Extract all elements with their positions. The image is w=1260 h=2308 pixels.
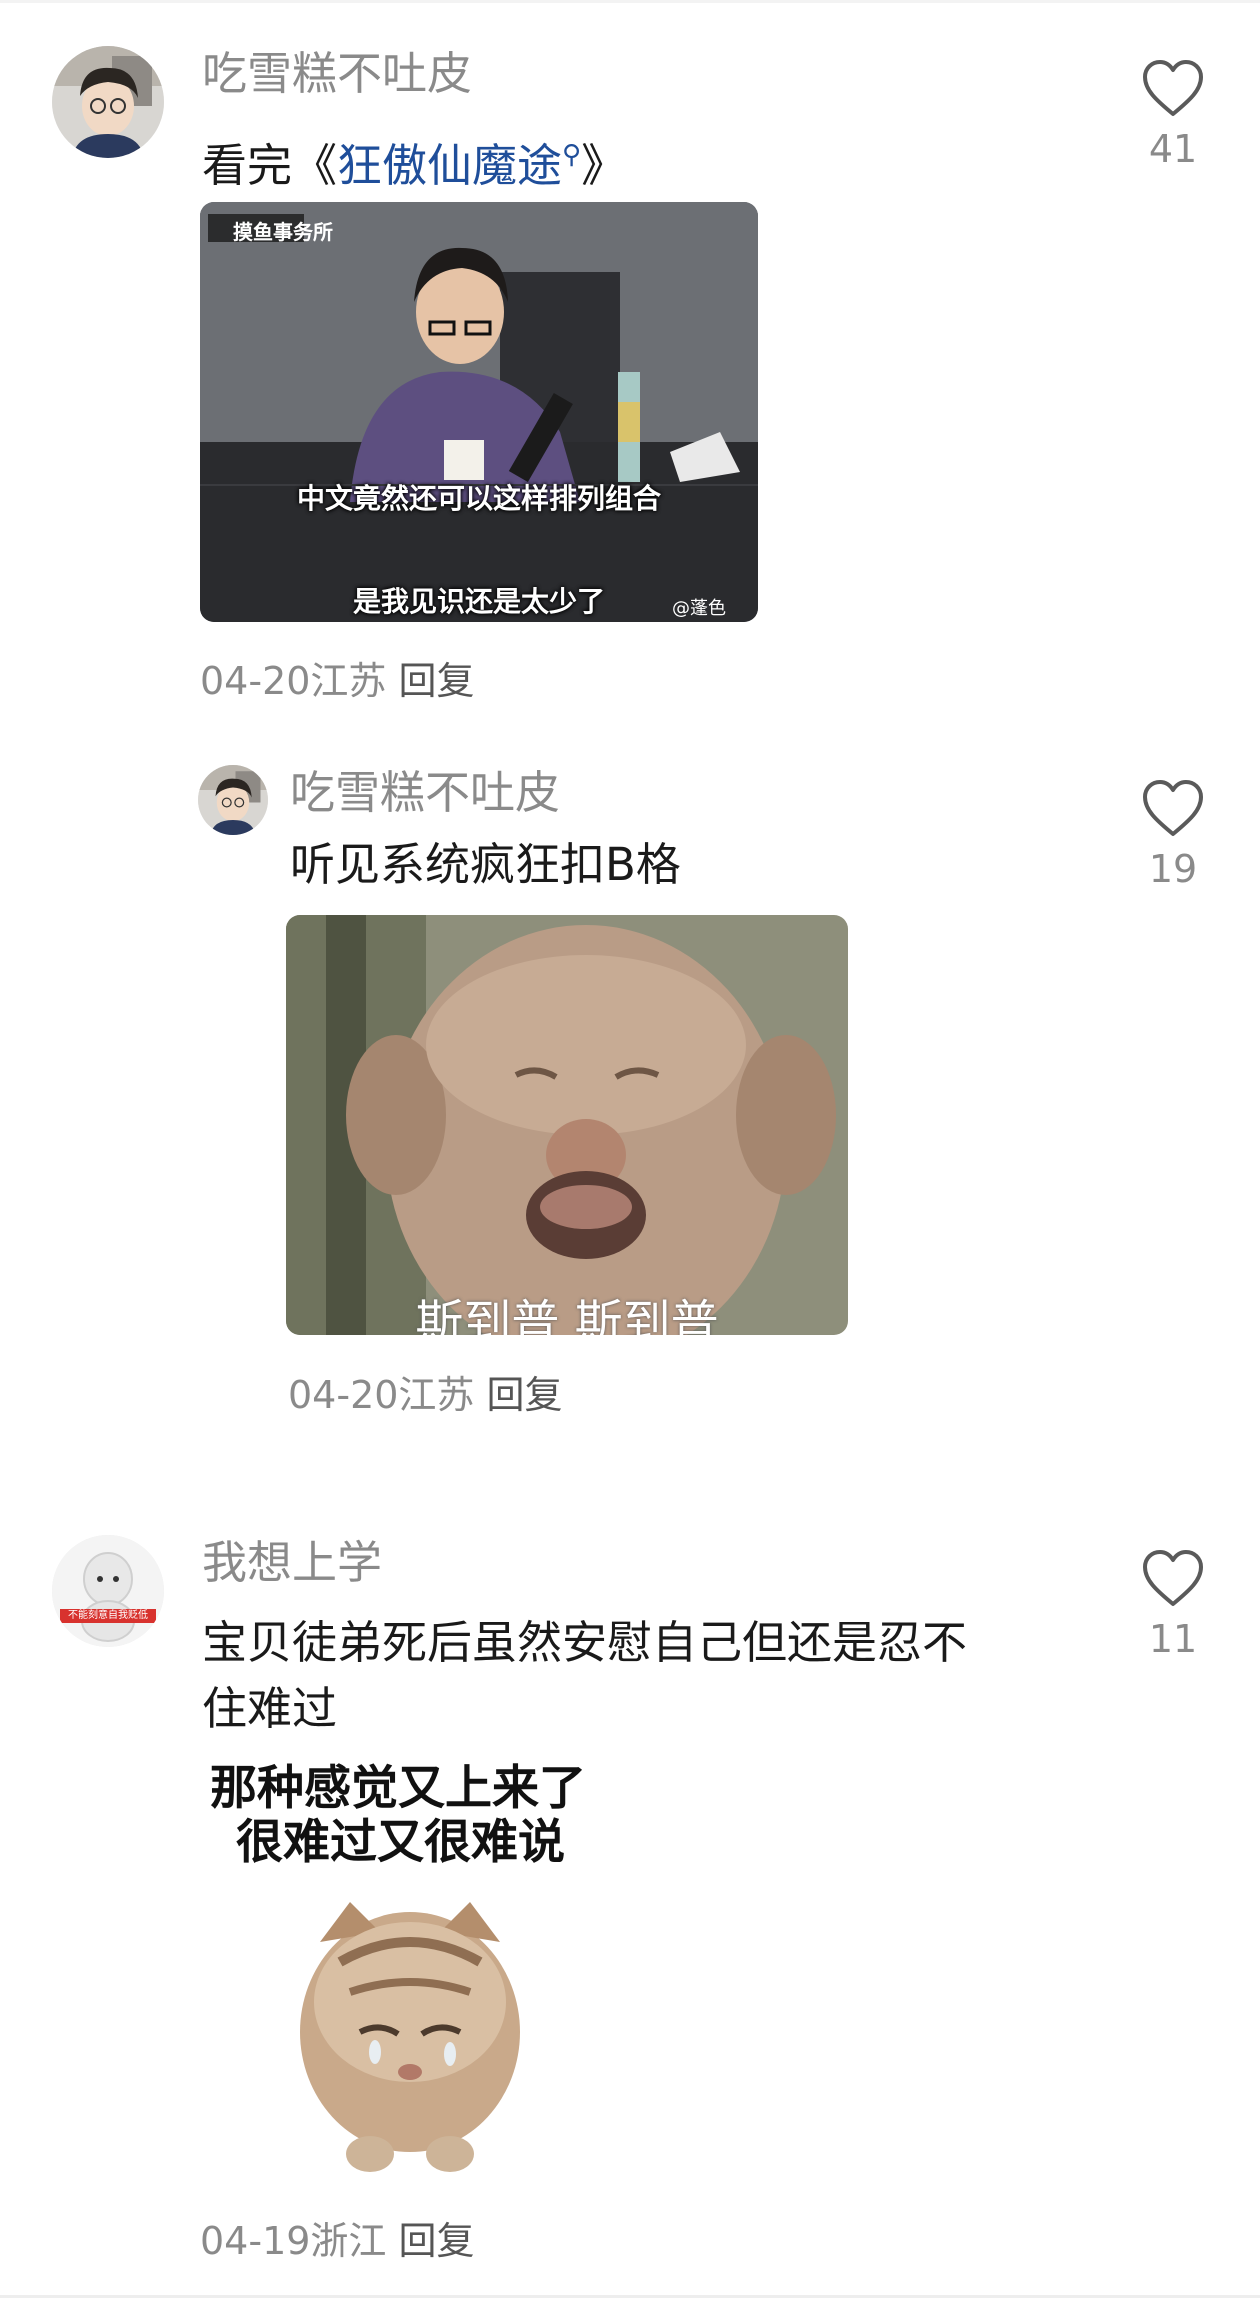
heart-icon [1143,780,1203,836]
video-still-image [200,202,758,622]
reply-button[interactable]: 回复 [486,1373,562,1417]
image-subtitle: 斯到普 斯到普 [415,1295,719,1335]
image-credit-text: @蓬色 [672,598,726,619]
avatar-caption: 不能刻意自我贬低 [68,1610,148,1621]
comment-username[interactable]: 吃雪糕不吐皮 [202,51,472,96]
heart-icon [1143,60,1203,116]
like-count: 41 [1148,127,1198,171]
search-icon: ⚲ [562,140,582,170]
avatar-image [52,46,164,158]
work-title-link-label: 狂傲仙魔途 [337,139,563,192]
like-button[interactable]: 41 [1128,60,1218,168]
like-count: 19 [1148,847,1198,891]
comment-meta: 04-20江苏 回复 [288,1376,562,1414]
comment-text-prefix: 看完《 [202,139,338,192]
comment-date: 04-20 [288,1373,399,1417]
avatar[interactable] [198,765,268,835]
comment-image[interactable]: 摸鱼事务所 中文竟然还可以这样排列组合 是我见识还是太少了 @蓬色 [200,202,758,622]
bottom-divider [0,2295,1260,2298]
comment-text-suffix: 》 [581,139,627,192]
comment-username[interactable]: 我想上学 [202,1540,382,1585]
like-count: 11 [1148,1617,1198,1661]
reply-button[interactable]: 回复 [398,2219,474,2263]
comment-image[interactable]: 斯到普 斯到普 [286,915,848,1335]
comment-meta: 04-20江苏 回复 [200,662,474,700]
sticker-caption: 很难过又很难说 [236,1815,565,1870]
image-subtitle: 中文竟然还可以这样排列组合 [296,482,661,515]
meme-image [286,915,848,1335]
avatar-image [52,1535,164,1647]
comment-location: 浙江 [310,2219,387,2263]
like-button[interactable]: 11 [1128,1550,1218,1658]
comment-meta: 04-19浙江 回复 [200,2222,474,2260]
comment-date: 04-20 [200,659,311,703]
comment-date: 04-19 [200,2219,311,2263]
top-divider [0,0,1260,3]
comment-location: 江苏 [310,659,387,703]
crying-cat-image [300,1902,520,2172]
comment-text: 住难过 [202,1682,338,1735]
comment-text: 宝贝徒弟死后虽然安慰自己但还是忍不 [202,1616,968,1669]
avatar-image [198,765,268,835]
reply-button[interactable]: 回复 [398,659,474,703]
sticker-image[interactable]: 那种感觉又上来了 很难过又很难说 [200,1760,640,2180]
avatar[interactable] [52,46,164,158]
comment-text: 听见系统疯狂扣B格 [290,838,681,891]
comment-username[interactable]: 吃雪糕不吐皮 [290,770,560,815]
work-title-link[interactable]: 狂傲仙魔途⚲ [337,139,581,192]
heart-icon [1143,1550,1203,1606]
comment-location: 江苏 [398,1373,475,1417]
sticker-caption: 那种感觉又上来了 [210,1761,586,1816]
comment-text: 看完《狂傲仙魔途⚲》 [202,122,626,199]
avatar[interactable]: 不能刻意自我贬低 [52,1535,164,1647]
like-button[interactable]: 19 [1128,780,1218,888]
image-watermark-text: 摸鱼事务所 [233,220,333,244]
